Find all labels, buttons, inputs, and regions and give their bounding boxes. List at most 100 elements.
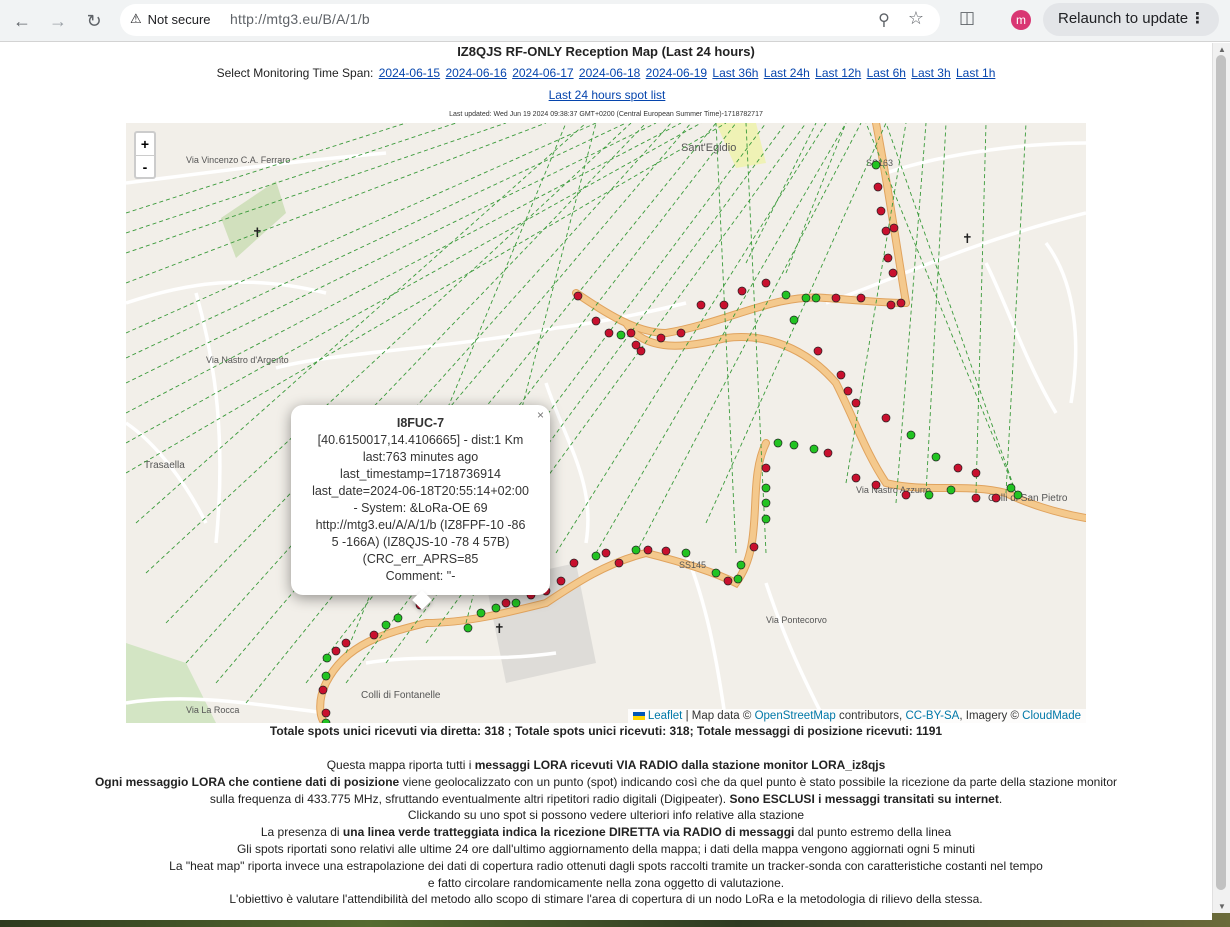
vertical-scrollbar[interactable]: ▲ ▼ (1212, 43, 1230, 913)
spot-marker[interactable] (491, 603, 501, 613)
scroll-up-arrow-icon[interactable]: ▲ (1218, 45, 1226, 54)
spot-marker[interactable] (676, 328, 686, 338)
map-canvas[interactable]: Sant'Egidio Via Vincenzo C.A. Ferraro Vi… (126, 123, 1086, 723)
spot-marker[interactable] (1013, 490, 1023, 500)
spot-marker[interactable] (801, 293, 811, 303)
spot-marker[interactable] (761, 498, 771, 508)
spot-marker[interactable] (843, 386, 853, 396)
spot-list-link[interactable]: Last 24 hours spot list (549, 88, 666, 102)
timespan-link[interactable]: 2024-06-15 (379, 66, 440, 80)
spot-marker[interactable] (881, 413, 891, 423)
spot-marker[interactable] (1006, 483, 1016, 493)
timespan-link[interactable]: 2024-06-16 (445, 66, 506, 80)
spot-marker[interactable] (601, 548, 611, 558)
scroll-down-arrow-icon[interactable]: ▼ (1218, 902, 1226, 911)
timespan-link[interactable]: Last 36h (712, 66, 758, 80)
spot-marker[interactable] (381, 620, 391, 630)
spot-marker[interactable] (886, 300, 896, 310)
spot-marker[interactable] (696, 300, 706, 310)
spot-marker[interactable] (511, 598, 521, 608)
spot-marker[interactable] (789, 440, 799, 450)
spot-marker[interactable] (871, 160, 881, 170)
spot-marker[interactable] (661, 546, 671, 556)
spot-marker[interactable] (813, 346, 823, 356)
spot-marker[interactable] (369, 630, 379, 640)
spot-marker[interactable] (856, 293, 866, 303)
spot-marker[interactable] (501, 598, 511, 608)
spot-marker[interactable] (946, 485, 956, 495)
spot-marker[interactable] (711, 568, 721, 578)
spot-marker[interactable] (749, 542, 759, 552)
spot-marker[interactable] (789, 315, 799, 325)
zoom-out-button[interactable]: - (136, 155, 154, 177)
spot-marker[interactable] (924, 490, 934, 500)
spot-marker[interactable] (811, 293, 821, 303)
spot-marker[interactable] (476, 608, 486, 618)
timespan-link[interactable]: Last 3h (911, 66, 950, 80)
spot-marker[interactable] (888, 268, 898, 278)
spot-marker[interactable] (781, 290, 791, 300)
extensions-puzzle-icon[interactable]: ◫ (955, 8, 979, 32)
spot-marker[interactable] (733, 574, 743, 584)
timespan-link[interactable]: Last 1h (956, 66, 995, 80)
forward-arrow-icon[interactable]: → (45, 8, 71, 34)
spot-marker[interactable] (971, 468, 981, 478)
spot-marker[interactable] (573, 291, 583, 301)
osm-link[interactable]: OpenStreetMap (755, 710, 836, 722)
spot-marker[interactable] (656, 333, 666, 343)
spot-marker[interactable] (823, 448, 833, 458)
spot-marker[interactable] (871, 480, 881, 490)
spot-marker[interactable] (631, 340, 641, 350)
address-bar[interactable]: ⚠ Not secure http://mtg3.eu/B/A/1/b ⚲ ☆ (120, 4, 940, 36)
spot-marker[interactable] (737, 286, 747, 296)
timespan-link[interactable]: 2024-06-19 (646, 66, 707, 80)
spot-marker[interactable] (591, 316, 601, 326)
zoom-in-button[interactable]: + (136, 133, 154, 155)
spot-marker[interactable] (873, 182, 883, 192)
reception-map[interactable]: Sant'Egidio Via Vincenzo C.A. Ferraro Vi… (126, 123, 1086, 723)
security-indicator[interactable]: ⚠ Not secure (130, 11, 211, 27)
cloudmade-link[interactable]: CloudMade (1022, 710, 1081, 722)
spot-marker[interactable] (876, 206, 886, 216)
spot-marker[interactable] (719, 300, 729, 310)
zoom-icon[interactable]: ⚲ (874, 10, 894, 30)
spot-marker[interactable] (591, 551, 601, 561)
spot-marker[interactable] (851, 398, 861, 408)
timespan-link[interactable]: Last 6h (867, 66, 906, 80)
spot-marker[interactable] (773, 438, 783, 448)
spot-marker[interactable] (953, 463, 963, 473)
spot-marker[interactable] (991, 493, 1001, 503)
timespan-link[interactable]: Last 12h (815, 66, 861, 80)
spot-marker[interactable] (889, 223, 899, 233)
spot-marker[interactable] (901, 490, 911, 500)
spot-marker[interactable] (971, 493, 981, 503)
close-icon[interactable]: × (537, 407, 544, 424)
spot-marker[interactable] (463, 623, 473, 633)
spot-marker[interactable] (318, 685, 328, 695)
spot-marker[interactable] (604, 328, 614, 338)
spot-marker[interactable] (883, 253, 893, 263)
profile-avatar[interactable]: m (1011, 10, 1031, 30)
spot-marker[interactable] (631, 545, 641, 555)
license-link[interactable]: CC-BY-SA (905, 710, 959, 722)
spot-marker[interactable] (851, 473, 861, 483)
leaflet-link[interactable]: Leaflet (648, 710, 683, 722)
spot-marker[interactable] (681, 548, 691, 558)
timespan-link[interactable]: 2024-06-17 (512, 66, 573, 80)
spot-marker[interactable] (809, 444, 819, 454)
spot-marker[interactable] (393, 613, 403, 623)
spot-marker[interactable] (614, 558, 624, 568)
url-text[interactable]: http://mtg3.eu/B/A/1/b (230, 11, 370, 27)
scrollbar-thumb[interactable] (1216, 55, 1226, 890)
spot-marker[interactable] (931, 452, 941, 462)
spot-marker[interactable] (761, 278, 771, 288)
spot-marker[interactable] (831, 293, 841, 303)
spot-marker[interactable] (896, 298, 906, 308)
spot-marker[interactable] (616, 330, 626, 340)
spot-marker[interactable] (626, 328, 636, 338)
spot-marker[interactable] (556, 576, 566, 586)
spot-marker[interactable] (331, 646, 341, 656)
spot-marker[interactable] (321, 671, 331, 681)
reload-icon[interactable]: ↻ (81, 8, 107, 34)
spot-marker[interactable] (322, 653, 332, 663)
